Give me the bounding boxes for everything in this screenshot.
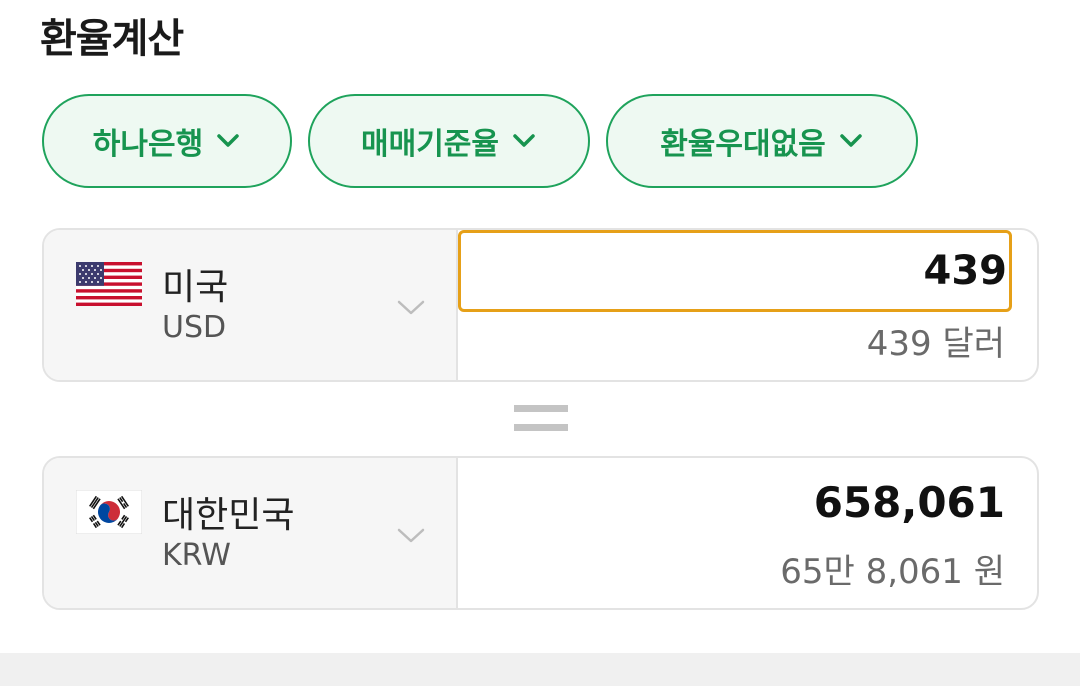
from-amount-input[interactable] (458, 230, 1012, 312)
section-divider (0, 653, 1080, 686)
to-country-name: 대한민국 (162, 495, 295, 536)
chevron-down-icon (397, 300, 425, 315)
from-currency-selector[interactable]: 미국 USD (44, 230, 458, 380)
rate-type-select-button[interactable]: 매매기준율 (308, 94, 590, 188)
to-amount-words: 65만 8,061 원 (780, 552, 1005, 592)
chevron-down-icon (513, 134, 535, 147)
page-title: 환율계산 (40, 16, 184, 62)
equals-icon (514, 405, 568, 431)
from-amount-words: 439 달러 (866, 324, 1005, 364)
to-amount-value[interactable]: 658,061 (814, 478, 1005, 527)
to-currency-card: 대한민국 KRW 658,061 65만 8,061 원 (42, 456, 1039, 610)
chevron-down-icon (217, 134, 239, 147)
preferential-rate-select-button[interactable]: 환율우대없음 (606, 94, 918, 188)
bank-select-label: 하나은행 (92, 127, 204, 162)
from-currency-card: 미국 USD 439 달러 (42, 228, 1039, 382)
to-currency-code: KRW (162, 538, 231, 573)
chevron-down-icon (397, 528, 425, 543)
to-currency-selector[interactable]: 대한민국 KRW (44, 458, 458, 608)
preferential-rate-select-label: 환율우대없음 (660, 127, 826, 162)
from-country-name: 미국 (162, 267, 229, 308)
rate-type-select-label: 매매기준율 (361, 127, 499, 162)
from-currency-code: USD (162, 310, 227, 345)
bank-select-button[interactable]: 하나은행 (42, 94, 292, 188)
kr-flag-icon (76, 490, 142, 534)
us-flag-icon (76, 262, 142, 306)
chevron-down-icon (840, 134, 862, 147)
